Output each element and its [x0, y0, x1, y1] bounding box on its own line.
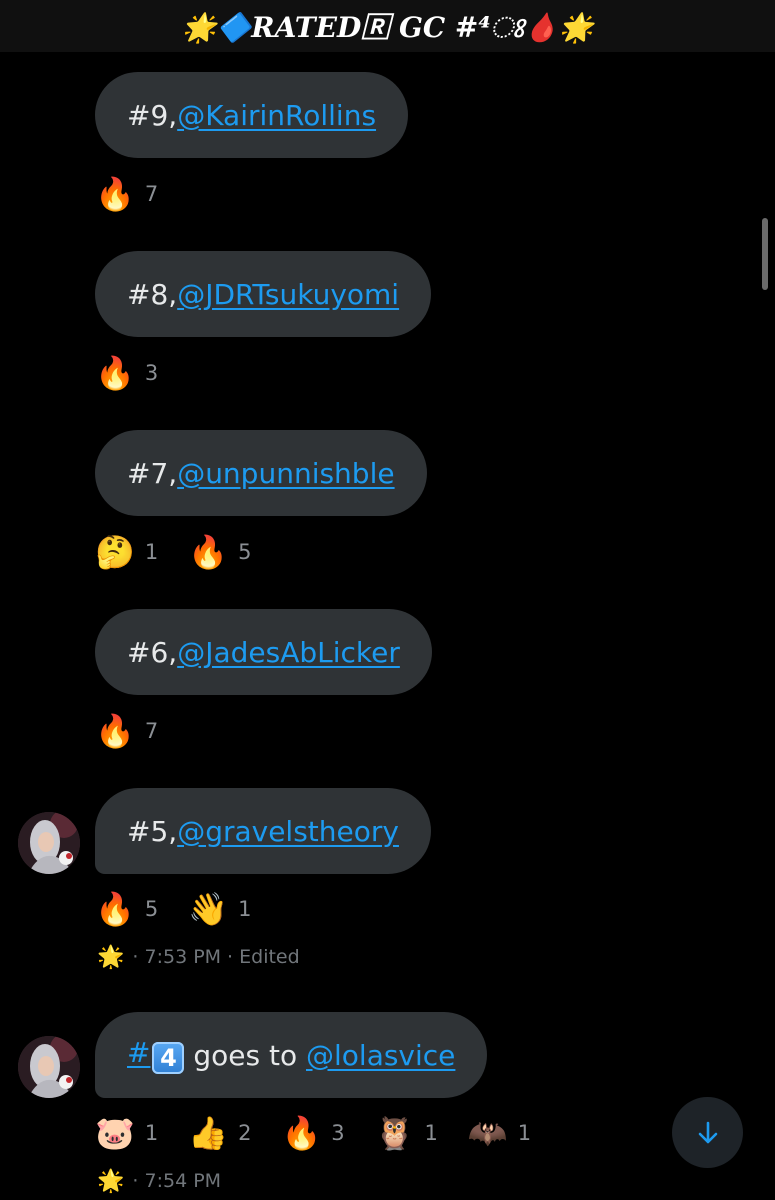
reaction-count: 1 — [517, 1121, 532, 1145]
fire-icon: 🔥 — [95, 890, 135, 928]
reactions-row: 🔥 7 — [95, 709, 188, 753]
scroll-to-bottom-button[interactable] — [672, 1097, 743, 1168]
thumbs-up-icon: 👍 — [188, 1114, 229, 1152]
reaction-fire[interactable]: 🔥 7 — [95, 178, 158, 210]
message-bubble[interactable]: #7, @unpunnishble — [95, 430, 427, 516]
waving-hand-icon: 👋 — [188, 890, 229, 928]
thinking-face-icon: 🤔 — [95, 533, 135, 571]
star-icon: 🌟 — [97, 944, 125, 970]
message-rank: #9, — [127, 98, 178, 132]
fire-icon: 🔥 — [95, 712, 135, 750]
fire-icon: 🔥 — [281, 1114, 322, 1152]
reactions-row: 🔥 7 — [95, 172, 188, 216]
message-rank: #7, — [127, 456, 178, 490]
arrow-down-icon — [698, 1121, 717, 1143]
reaction-thinking[interactable]: 🤔 1 — [95, 536, 158, 568]
message-text: goes to — [184, 1038, 306, 1072]
message-timestamp: · 7:53 PM — [132, 946, 222, 968]
reaction-fire[interactable]: 🔥 3 — [281, 1117, 344, 1149]
mention-link[interactable]: @gravelstheory — [177, 815, 399, 848]
reaction-fire[interactable]: 🔥 3 — [95, 357, 158, 389]
chat-header: 🌟🔷RATED🅁 GC #⁴ଃ🩸🌟 — [0, 0, 775, 52]
star-icon: 🌟 — [97, 1168, 125, 1194]
reaction-wave[interactable]: 👋 1 — [188, 893, 251, 925]
message-rank: #8, — [127, 277, 178, 311]
reaction-count: 2 — [238, 1121, 252, 1145]
fire-icon: 🔥 — [188, 533, 229, 571]
reaction-count: 7 — [144, 719, 159, 743]
mention-link[interactable]: @JDRTsukuyomi — [177, 278, 399, 311]
mention-link[interactable]: @JadesAbLicker — [177, 636, 400, 669]
reaction-pig[interactable]: 🐷 1 — [95, 1117, 158, 1149]
fire-icon: 🔥 — [95, 175, 135, 213]
message-bubble[interactable]: #6, @JadesAbLicker — [95, 609, 432, 695]
reaction-fire[interactable]: 🔥 5 — [95, 893, 158, 925]
reaction-fire[interactable]: 🔥 7 — [95, 715, 158, 747]
reaction-count: 1 — [144, 1121, 159, 1145]
scrollbar-thumb[interactable] — [762, 218, 768, 290]
hashtag-symbol: # — [127, 1036, 151, 1069]
reactions-row: 🔥 3 — [95, 351, 188, 395]
reaction-count: 1 — [238, 897, 252, 921]
reaction-count: 3 — [144, 361, 159, 385]
chat-title: 🌟🔷RATED🅁 GC #⁴ଃ🩸🌟 — [181, 11, 594, 44]
reaction-fire[interactable]: 🔥 5 — [188, 536, 251, 568]
hashtag-link[interactable]: #4 — [127, 1036, 185, 1074]
message-rank: #5, — [127, 814, 178, 848]
message-bubble[interactable]: #4 goes to @lolasvice — [95, 1012, 488, 1098]
message-rank: #6, — [127, 635, 178, 669]
reaction-owl[interactable]: 🦉 1 — [375, 1117, 438, 1149]
message-meta: 🌟 · 7:54 PM — [97, 1166, 221, 1196]
message-bubble[interactable]: #9, @KairinRollins — [95, 72, 409, 158]
message-timestamp: · 7:54 PM — [132, 1170, 222, 1192]
reaction-count: 1 — [144, 540, 159, 564]
mention-link[interactable]: @KairinRollins — [177, 99, 376, 132]
message-meta: 🌟 · 7:53 PM · Edited — [97, 942, 300, 972]
reaction-bat[interactable]: 🦇 1 — [468, 1117, 531, 1149]
fire-icon: 🔥 — [95, 354, 135, 392]
reactions-row: 🔥 5 👋 1 — [95, 887, 281, 931]
owl-icon: 🦉 — [374, 1114, 415, 1152]
mention-link[interactable]: @lolasvice — [306, 1039, 455, 1072]
reaction-thumbs-up[interactable]: 👍 2 — [188, 1117, 251, 1149]
avatar-image — [18, 812, 80, 874]
reaction-count: 5 — [238, 540, 252, 564]
message-bubble[interactable]: #8, @JDRTsukuyomi — [95, 251, 432, 337]
user-avatar[interactable] — [18, 812, 80, 874]
mention-link[interactable]: @unpunnishble — [177, 457, 394, 490]
edited-label: · Edited — [227, 946, 300, 968]
reactions-row: 🤔 1 🔥 5 — [95, 530, 281, 574]
reaction-count: 1 — [424, 1121, 438, 1145]
pig-face-icon: 🐷 — [95, 1114, 135, 1152]
reaction-count: 5 — [144, 897, 159, 921]
reaction-count: 7 — [144, 182, 159, 206]
message-bubble[interactable]: #5, @gravelstheory — [95, 788, 431, 874]
reaction-count: 3 — [331, 1121, 345, 1145]
bat-icon: 🦇 — [467, 1114, 508, 1152]
user-avatar[interactable] — [18, 1036, 80, 1098]
keycap-digit: 4 — [152, 1042, 185, 1074]
reactions-row: 🐷 1 👍 2 🔥 3 🦉 1 🦇 1 — [95, 1111, 561, 1155]
avatar-image — [18, 1036, 80, 1098]
